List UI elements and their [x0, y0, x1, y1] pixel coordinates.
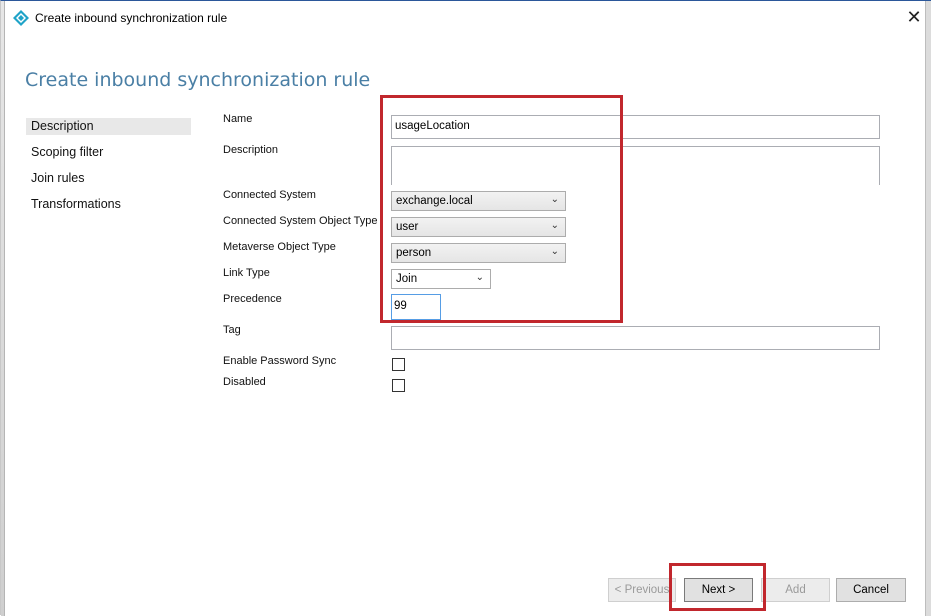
page-title: Create inbound synchronization rule	[25, 69, 371, 91]
add-button[interactable]: Add	[761, 578, 830, 602]
tag-label: Tag	[223, 324, 241, 336]
highlight-box-fields	[380, 95, 623, 323]
link-type-label: Link Type	[223, 267, 270, 279]
cs-object-type-label: Connected System Object Type	[223, 215, 378, 227]
description-label: Description	[223, 144, 279, 156]
app-diamond-icon	[13, 10, 29, 26]
previous-button[interactable]: < Previous	[608, 578, 676, 602]
tag-input[interactable]	[391, 326, 880, 350]
enable-password-sync-checkbox[interactable]	[392, 358, 405, 371]
nav-item-scoping-filter[interactable]: Scoping filter	[26, 144, 191, 161]
nav-item-join-rules[interactable]: Join rules	[26, 170, 191, 187]
close-button[interactable]: ✕	[903, 7, 925, 29]
connected-system-label: Connected System	[223, 189, 316, 201]
enable-password-sync-label: Enable Password Sync	[223, 355, 337, 367]
dialog-window: Create inbound synchronization rule ✕ Cr…	[0, 0, 931, 616]
title-bar: Create inbound synchronization rule	[5, 1, 925, 35]
precedence-label: Precedence	[223, 293, 282, 305]
disabled-label: Disabled	[223, 376, 266, 388]
right-window-edge	[925, 1, 931, 616]
wizard-nav: Description Scoping filter Join rules Tr…	[26, 118, 191, 222]
cancel-button[interactable]: Cancel	[836, 578, 906, 602]
nav-item-description[interactable]: Description	[26, 118, 191, 135]
highlight-box-next	[669, 563, 766, 611]
nav-item-transformations[interactable]: Transformations	[26, 196, 191, 213]
mv-object-type-label: Metaverse Object Type	[223, 241, 336, 253]
close-icon[interactable]: ✕	[906, 7, 921, 27]
window-title: Create inbound synchronization rule	[35, 11, 228, 25]
left-window-edge	[1, 1, 5, 616]
disabled-checkbox[interactable]	[392, 379, 405, 392]
name-label: Name	[223, 113, 253, 125]
